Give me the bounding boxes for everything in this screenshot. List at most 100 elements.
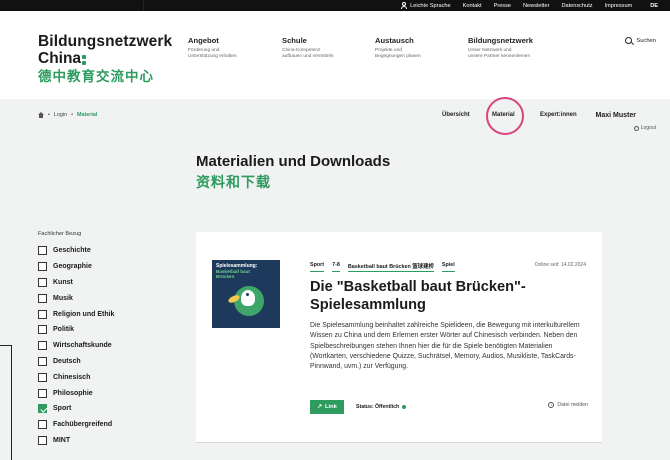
filter-item-label: Wirtschaftskunde	[53, 342, 112, 350]
imprint-link[interactable]: Impressum	[605, 3, 633, 9]
frame-line	[143, 0, 144, 11]
sub-navigation: • Login • Material	[0, 99, 670, 137]
search-icon	[625, 37, 633, 44]
nav-schule-title: Schule	[282, 36, 307, 45]
press-link[interactable]: Presse	[494, 3, 511, 9]
filter-item-label: Musik	[53, 294, 73, 302]
filter-item[interactable]: MINT	[38, 433, 114, 449]
filter-item[interactable]: Wirtschaftskunde	[38, 338, 114, 354]
checkbox[interactable]	[38, 420, 47, 430]
checkbox[interactable]	[38, 325, 47, 335]
filter-item-label: MINT	[53, 436, 71, 444]
logo-colon-icon	[82, 55, 87, 65]
tab-experts[interactable]: Expert:innen	[540, 112, 577, 118]
link-button[interactable]: ↗ Link	[310, 400, 344, 414]
bird-illustration	[241, 290, 255, 306]
nav-angebot-title: Angebot	[188, 36, 219, 45]
highlight-circle	[486, 97, 524, 135]
info-icon: i	[548, 402, 555, 408]
breadcrumb: • Login • Material	[38, 112, 97, 118]
status-dot-icon	[402, 405, 407, 409]
logout-icon	[633, 125, 639, 131]
filter-item[interactable]: Geographie	[38, 259, 114, 275]
filter-item-label: Geschichte	[53, 247, 91, 255]
top-utility-bar: Leichte Sprache Kontakt Presse Newslette…	[0, 0, 670, 11]
checkbox[interactable]	[38, 356, 47, 366]
filter-item[interactable]: Kunst	[38, 275, 114, 291]
checkbox[interactable]	[38, 277, 47, 287]
checkbox[interactable]	[38, 341, 47, 351]
external-link-icon: ↗	[317, 404, 322, 410]
checkbox[interactable]	[38, 293, 47, 303]
nav-angebot[interactable]: Angebot Förderung und Unterstützung erha…	[188, 36, 237, 60]
material-card: Spielesammlung: Basketball baut Brücken S…	[196, 232, 602, 442]
filter-item-label: Fachübergreifend	[53, 421, 113, 429]
material-thumbnail[interactable]: Spielesammlung: Basketball baut Brücken	[212, 260, 280, 328]
logout-link[interactable]: Logout	[633, 125, 656, 131]
nav-schule-sub: aufbauen und vermitteln	[282, 54, 334, 60]
nav-austausch-title: Austausch	[375, 36, 414, 45]
tag-type[interactable]: Spiel	[441, 262, 455, 272]
filter-item[interactable]: Chinesisch	[38, 369, 114, 385]
nav-austausch[interactable]: Austausch Projekte und Begegnungen plane…	[375, 36, 421, 60]
contact-link[interactable]: Kontakt	[463, 3, 482, 9]
site-header: Bildungsnetzwerk China 德中教育交流中心 Angebot …	[0, 11, 670, 99]
logo-line-2: China	[38, 50, 172, 67]
material-title[interactable]: Die "Basketball baut Brücken"-Spielesamm…	[310, 278, 560, 314]
status-label: Status: Öffentlich	[356, 404, 407, 410]
breadcrumb-login[interactable]: Login	[54, 112, 67, 118]
filter-item[interactable]: Fachübergreifend	[38, 417, 114, 433]
checkbox[interactable]	[38, 404, 47, 414]
utility-links: Leichte Sprache Kontakt Presse Newslette…	[401, 0, 658, 11]
logo-line-1: Bildungsnetzwerk	[38, 33, 173, 50]
site-logo[interactable]: Bildungsnetzwerk China 德中教育交流中心	[38, 33, 172, 85]
language-switch[interactable]: DE	[650, 3, 658, 9]
home-icon[interactable]	[38, 112, 44, 118]
tab-overview[interactable]: Übersicht	[442, 112, 470, 118]
checkbox[interactable]	[38, 435, 47, 445]
nav-schule[interactable]: Schule China-Kompetenz aufbauen und verm…	[282, 36, 333, 60]
filter-item[interactable]: Sport	[38, 401, 114, 417]
nav-austausch-sub: Begegnungen planen	[375, 54, 421, 60]
newsletter-link[interactable]: Newsletter	[523, 3, 549, 9]
person-icon	[401, 2, 408, 9]
user-name[interactable]: Maxi Muster	[596, 112, 636, 119]
logout-label: Logout	[640, 125, 656, 131]
filter-item[interactable]: Geschichte	[38, 243, 114, 259]
frame-line	[0, 345, 11, 346]
filter-heading: Fachlicher Bezug	[38, 231, 82, 237]
filter-item-label: Politik	[53, 326, 75, 334]
report-file-link[interactable]: i Datei melden	[548, 402, 588, 408]
tag-grade[interactable]: 7-8	[332, 262, 340, 272]
filter-item[interactable]: Philosophie	[38, 385, 114, 401]
tag-project[interactable]: Basketball baut Brücken 篮球建桥	[347, 262, 434, 272]
tag-subject[interactable]: Sport	[310, 262, 325, 272]
search-button[interactable]: Suchen	[625, 37, 656, 44]
filter-item-label: Religion und Ethik	[53, 310, 115, 318]
filter-item-label: Philosophie	[53, 389, 93, 397]
filter-item-label: Geographie	[53, 263, 92, 271]
checkbox[interactable]	[38, 246, 47, 256]
checkbox[interactable]	[38, 262, 47, 272]
filter-item[interactable]: Religion und Ethik	[38, 306, 114, 322]
online-since: Online seit: 14.02.2024	[534, 262, 586, 268]
page-title-chinese: 资料和下载	[196, 174, 271, 190]
filter-item-label: Kunst	[53, 278, 73, 286]
filter-item-label: Sport	[53, 405, 72, 413]
filter-item[interactable]: Politik	[38, 322, 114, 338]
material-description: Die Spielesammlung beinhaltet zahlreiche…	[310, 322, 580, 371]
easy-language-link[interactable]: Leichte Sprache	[401, 2, 451, 9]
nav-bildungsnetzwerk[interactable]: Bildungsnetzwerk Unser Netzwerk und unse…	[468, 36, 533, 60]
nav-bildungsnetzwerk-sub: unsere Partner kennenlernen	[468, 54, 531, 60]
filter-item[interactable]: Musik	[38, 290, 114, 306]
search-label: Suchen	[636, 37, 656, 44]
checkbox[interactable]	[38, 372, 47, 382]
filter-item[interactable]: Deutsch	[38, 354, 114, 370]
material-tags: Sport 7-8 Basketball baut Brücken 篮球建桥 S…	[310, 262, 455, 272]
checkbox[interactable]	[38, 309, 47, 319]
nav-bildungsnetzwerk-title: Bildungsnetzwerk	[468, 36, 533, 45]
page-title: Materialien und Downloads	[196, 153, 391, 170]
link-button-label: Link	[324, 404, 337, 410]
privacy-link[interactable]: Datenschutz	[561, 3, 592, 9]
checkbox[interactable]	[38, 388, 47, 398]
